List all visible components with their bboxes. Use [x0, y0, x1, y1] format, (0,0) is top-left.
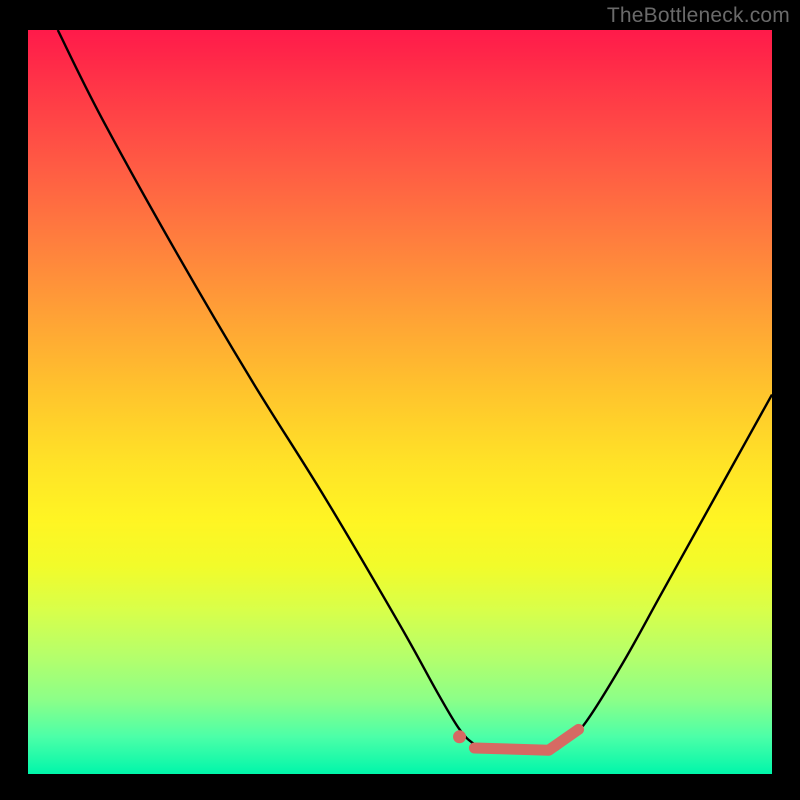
plot-area	[28, 30, 772, 774]
curve-svg	[28, 30, 772, 774]
bottleneck-curve	[58, 30, 772, 752]
highlight-dot	[453, 730, 466, 743]
chart-frame: TheBottleneck.com	[0, 0, 800, 800]
highlight-segment	[474, 729, 578, 750]
attribution-text: TheBottleneck.com	[607, 4, 790, 28]
